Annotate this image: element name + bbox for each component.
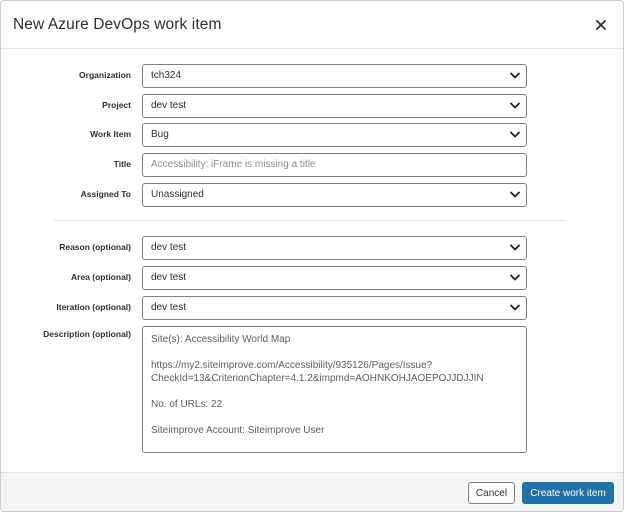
- description-line: Site(s): Accessibility World Map: [151, 334, 291, 345]
- description-label: Description (optional): [43, 329, 131, 339]
- title-placeholder: Accessibility: iFrame is missing a title: [151, 159, 316, 170]
- project-label: Project: [102, 100, 131, 110]
- area-value: dev test: [151, 272, 187, 283]
- reason-select[interactable]: dev test: [142, 236, 527, 260]
- chevron-down-icon: [510, 274, 520, 281]
- assigned-to-label: Assigned To: [80, 189, 131, 199]
- organization-row: Organization tch324: [1, 64, 623, 88]
- title-input[interactable]: Accessibility: iFrame is missing a title: [142, 153, 527, 177]
- work-item-row: Work Item Bug: [1, 123, 623, 147]
- cancel-button[interactable]: Cancel: [468, 482, 515, 504]
- section-divider: [54, 220, 566, 221]
- chevron-down-icon: [510, 244, 520, 251]
- description-line: Siteimprove Account: Siteimprove User: [151, 425, 325, 436]
- dialog-header: New Azure DevOps work item: [1, 1, 623, 49]
- assigned-to-row: Assigned To Unassigned: [1, 183, 623, 207]
- project-select[interactable]: dev test: [142, 94, 527, 118]
- area-select[interactable]: dev test: [142, 266, 527, 290]
- reason-label: Reason (optional): [59, 242, 131, 252]
- title-row: Title Accessibility: iFrame is missing a…: [1, 153, 623, 177]
- organization-select[interactable]: tch324: [142, 64, 527, 88]
- chevron-down-icon: [510, 191, 520, 198]
- chevron-down-icon: [510, 131, 520, 138]
- close-icon[interactable]: [591, 15, 611, 35]
- organization-label: Organization: [79, 70, 131, 80]
- dialog-footer: Cancel Create work item: [1, 472, 623, 511]
- description-line: No. of URLs: 22: [151, 399, 223, 410]
- work-item-value: Bug: [151, 129, 169, 140]
- iteration-row: Iteration (optional) dev test: [1, 296, 623, 320]
- description-textarea[interactable]: Site(s): Accessibility World Map https:/…: [142, 326, 527, 453]
- create-work-item-button[interactable]: Create work item: [522, 482, 614, 504]
- area-row: Area (optional) dev test: [1, 266, 623, 290]
- iteration-value: dev test: [151, 302, 187, 313]
- chevron-down-icon: [510, 102, 520, 109]
- iteration-label: Iteration (optional): [56, 302, 131, 312]
- assigned-to-select[interactable]: Unassigned: [142, 183, 527, 207]
- project-value: dev test: [151, 100, 187, 111]
- new-work-item-dialog: New Azure DevOps work item Organization …: [0, 0, 624, 512]
- organization-value: tch324: [151, 70, 182, 81]
- work-item-label: Work Item: [90, 129, 131, 139]
- description-line: CheckId=13&CriterionChapter=4.1.2&impmd=…: [151, 373, 484, 384]
- iteration-select[interactable]: dev test: [142, 296, 527, 320]
- dialog-title: New Azure DevOps work item: [13, 16, 222, 33]
- reason-row: Reason (optional) dev test: [1, 236, 623, 260]
- title-label: Title: [113, 159, 131, 169]
- area-label: Area (optional): [71, 272, 131, 282]
- reason-value: dev test: [151, 242, 187, 253]
- assigned-to-value: Unassigned: [151, 189, 204, 200]
- description-line: https://my2.siteimprove.com/Accessibilit…: [151, 360, 433, 371]
- chevron-down-icon: [510, 304, 520, 311]
- chevron-down-icon: [510, 72, 520, 79]
- work-item-select[interactable]: Bug: [142, 123, 527, 147]
- project-row: Project dev test: [1, 94, 623, 118]
